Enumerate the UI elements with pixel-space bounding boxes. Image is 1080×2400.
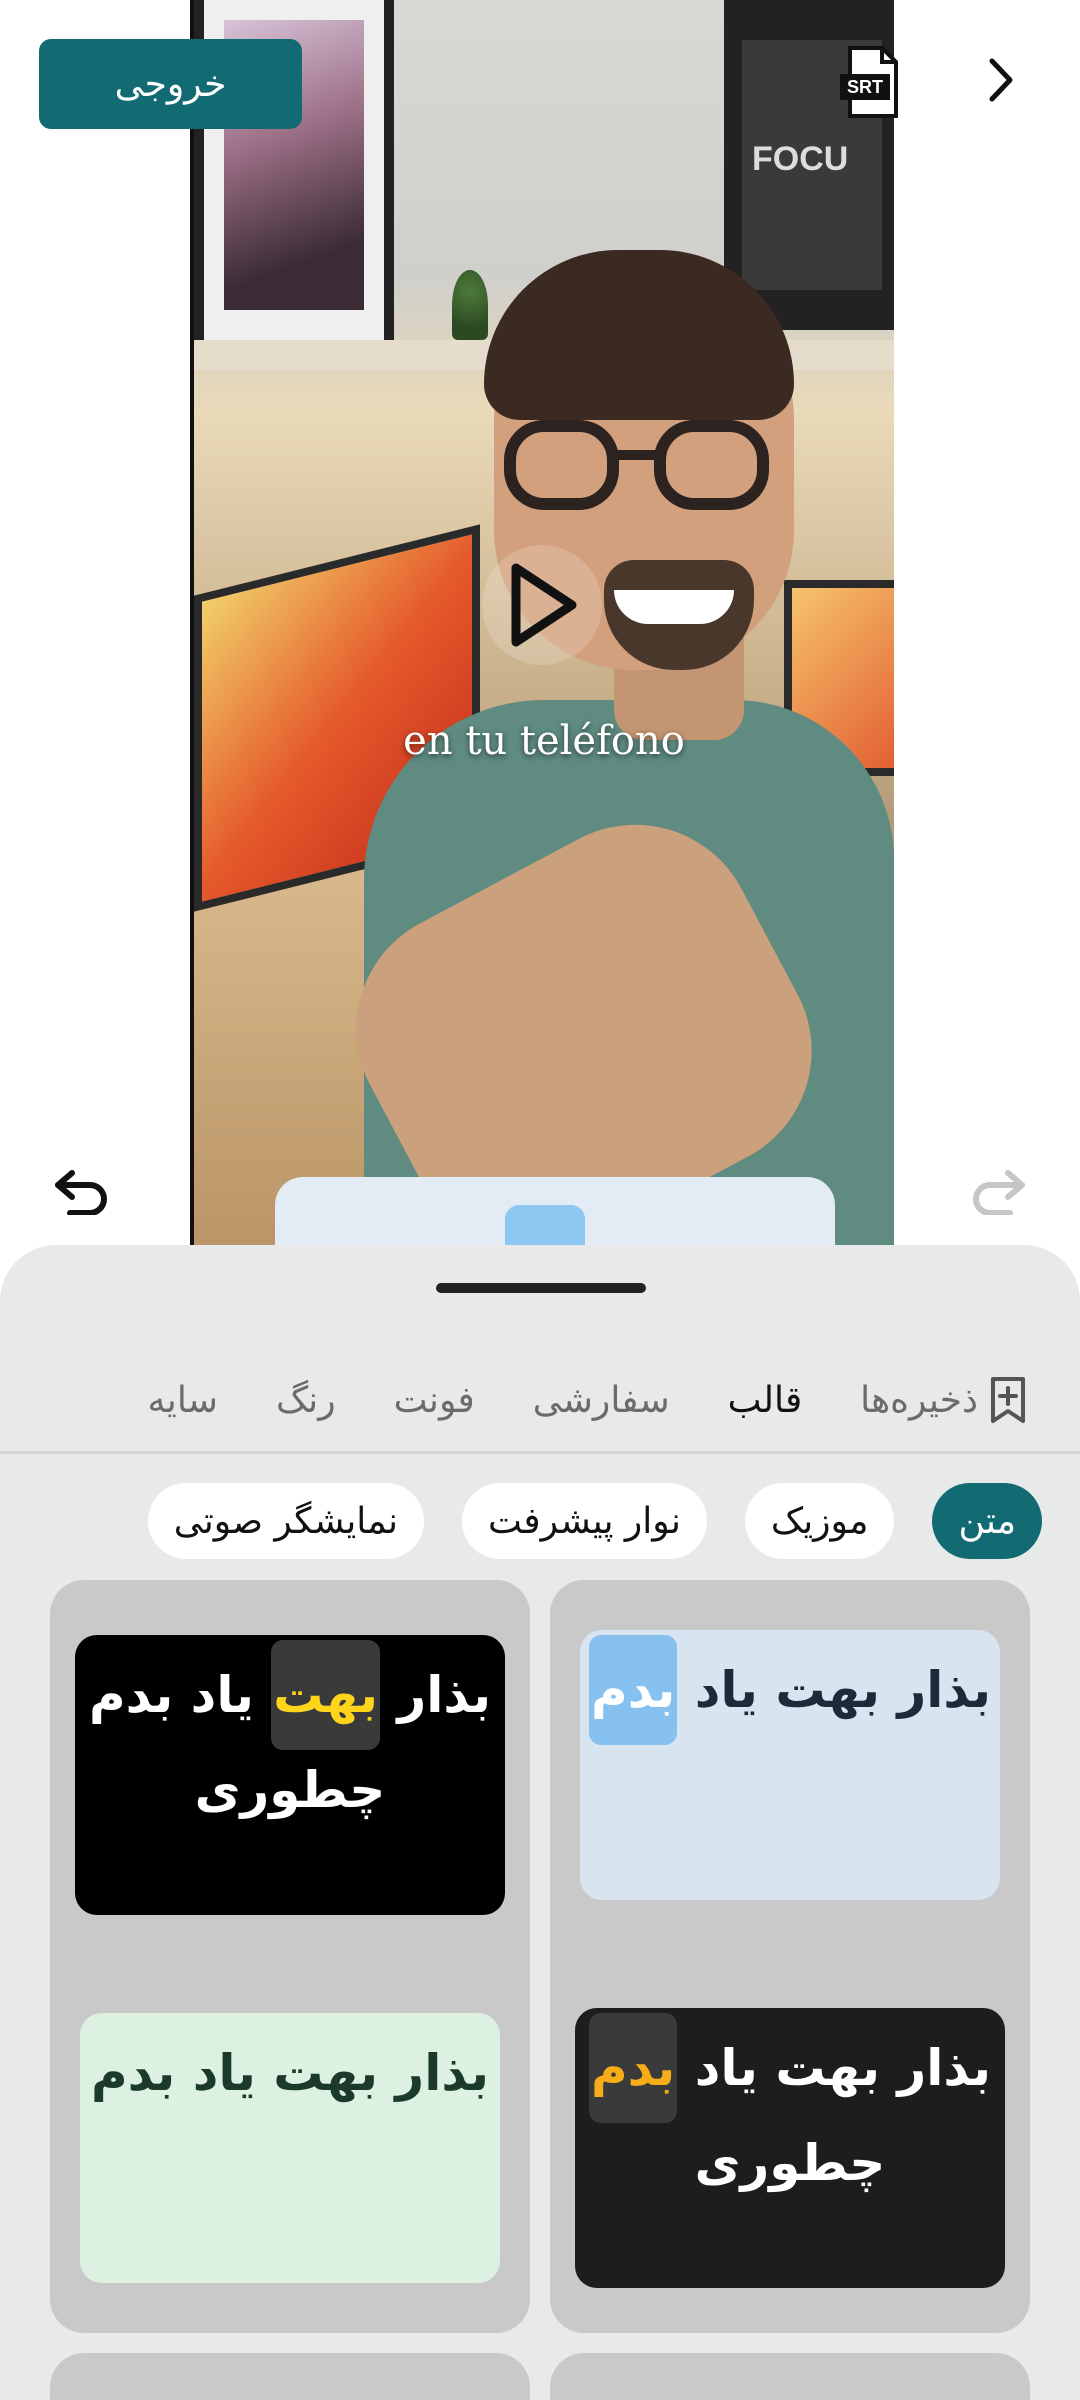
tab-custom[interactable]: سفارشی xyxy=(533,1380,670,1421)
tab-shadow[interactable]: سایه xyxy=(148,1380,218,1421)
style-tabs: ذخیره‌ها قالب سفارشی فونت رنگ سایه xyxy=(0,1355,1080,1445)
template-preview: بذار بهت یاد بدم xyxy=(80,2013,500,2283)
template-preview: بذار بهت یاد بدم چطوری xyxy=(75,1635,505,1915)
template-card-partial[interactable] xyxy=(50,2353,530,2400)
highlighted-word: بهت xyxy=(271,1640,381,1750)
chip-text[interactable]: متن xyxy=(932,1483,1042,1559)
tab-color[interactable]: رنگ xyxy=(276,1380,336,1421)
template-card-mint[interactable]: بذار بهت یاد بدم xyxy=(50,1963,530,2333)
tab-label: ذخیره‌ها xyxy=(860,1379,978,1421)
template-card-partial[interactable] xyxy=(550,2353,1030,2400)
plant xyxy=(452,270,488,340)
export-button[interactable]: خروجی xyxy=(39,39,302,129)
chip-progress-bar[interactable]: نوار پیشرفت xyxy=(462,1483,707,1559)
chip-music[interactable]: موزیک xyxy=(744,1483,895,1559)
tab-label: سایه xyxy=(147,1379,218,1421)
tab-saved[interactable]: ذخیره‌ها xyxy=(860,1376,1028,1424)
video-subtitle: en tu teléfono xyxy=(403,718,685,764)
tab-label: قالب xyxy=(727,1379,803,1421)
redo-icon[interactable] xyxy=(968,1165,1030,1216)
srt-file-icon[interactable]: SRT xyxy=(836,42,906,122)
video-preview[interactable]: FOCU en tu teléfono xyxy=(190,0,894,1250)
tab-template[interactable]: قالب xyxy=(728,1380,803,1421)
play-icon[interactable] xyxy=(482,545,602,665)
tab-label: رنگ xyxy=(275,1379,336,1421)
style-bottom-sheet: ذخیره‌ها قالب سفارشی فونت رنگ سایه متن م… xyxy=(0,1245,1080,2400)
template-preview: بذار بهت یاد بدم چطوری xyxy=(575,2008,1005,2288)
svg-text:SRT: SRT xyxy=(847,77,883,97)
template-preview: بذار بهت یاد بدم xyxy=(580,1630,1000,1900)
highlighted-word: بدم xyxy=(588,1635,678,1745)
undo-icon[interactable] xyxy=(50,1165,112,1216)
tab-label: سفارشی xyxy=(532,1379,670,1421)
divider xyxy=(0,1451,1080,1454)
chip-audio-visualizer[interactable]: نمایشگر صوتی xyxy=(147,1483,425,1559)
chevron-right-icon[interactable] xyxy=(980,55,1020,105)
category-chips: متن موزیک نوار پیشرفت نمایشگر صوتی xyxy=(0,1481,1080,1561)
tab-label: فونت xyxy=(393,1379,475,1421)
highlighted-word: بدم xyxy=(588,2013,678,2123)
bookmark-add-icon xyxy=(991,1377,1025,1423)
tab-font[interactable]: فونت xyxy=(394,1380,475,1421)
template-card-dark-orange[interactable]: بذار بهت یاد بدم چطوری xyxy=(550,1963,1030,2333)
sheet-drag-handle[interactable] xyxy=(436,1283,646,1293)
